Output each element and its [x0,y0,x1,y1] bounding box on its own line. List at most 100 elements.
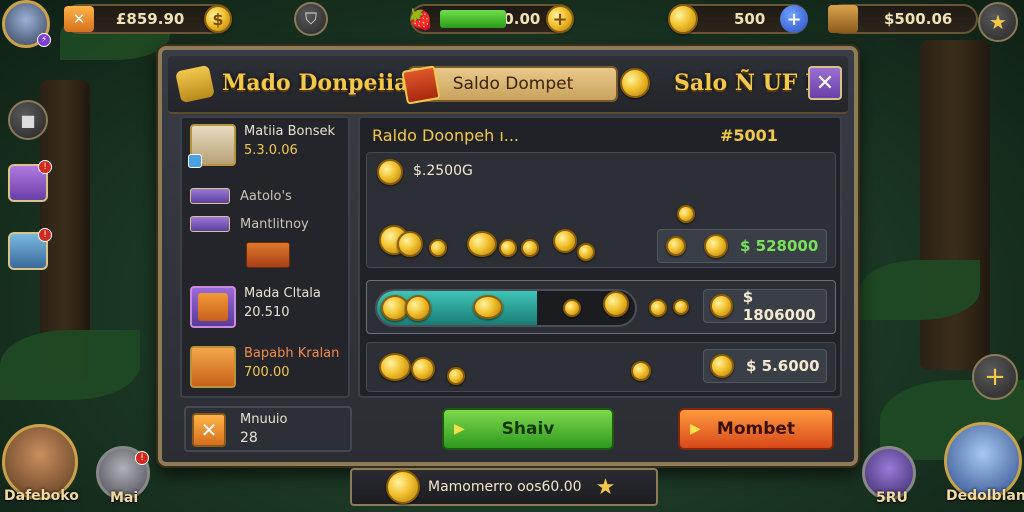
button-label: Shaiv [501,419,555,439]
cube-icon[interactable]: ■ [8,100,48,140]
hero-name: 5RU [876,490,908,506]
coin-icon [447,367,465,385]
sidebar-item-value: 5.3.0.06 [244,143,298,158]
book-icon [401,65,441,105]
gem-badge-icon [188,154,202,168]
coin-icon [704,234,728,258]
shield-icon[interactable]: ⛉ [294,2,328,36]
coin-icon [377,159,403,185]
sidebar-item-label: Matiia Bonsek [244,124,336,139]
value-box: $ 528000 [657,229,827,263]
sidebar-item[interactable]: Aatolo's [190,188,292,204]
coin-pile-icon [379,353,411,381]
add-coins-button[interactable]: + [780,5,808,33]
gold-amount: £859.90 [116,10,185,28]
coin-stack-icon [620,68,650,98]
add-energy-button[interactable]: + [546,5,574,33]
coins-amount: 500 [734,10,766,28]
close-icon: ✕ [815,70,835,96]
scroll-icon [198,293,228,321]
play-arrow-icon: ▶ [690,421,701,437]
coin-icon [499,239,517,257]
panel-right-title: Salo Ñ UF R [674,70,824,96]
energy-counter: 🍓 10.00 + [408,4,574,34]
coin-icon [668,4,698,34]
footer-banner[interactable]: Mamomerro oos60.00 ★ [350,468,658,506]
close-button[interactable]: ✕ [808,66,842,100]
bottom-info-box: ✕ Mnuuio 28 [184,406,352,452]
sidebar-item-label: Bapabh Kralan [244,346,340,361]
supply-box-icon[interactable]: ! [8,228,52,270]
coin-icon [710,354,734,378]
row-value: $ 1806000 [742,288,816,324]
gold-counter: ✕ £859.90 $ [64,4,232,34]
leaf [860,260,980,320]
wallet-row: $ 5.6000 [366,342,836,392]
crossed-swords-icon: ✕ [192,413,226,447]
sidebar-item-label: Mada Cltala [244,286,321,301]
tab-label: Saldo Dompet [452,74,574,94]
hero-name: Dedolblan [946,488,1024,504]
leaf [0,330,140,400]
star-icon: ★ [595,474,616,500]
panel-title: Mado Donpeiia [222,70,409,96]
purple-chest-icon[interactable]: ! [8,160,52,202]
strawberry-icon: 🍓 [408,7,433,31]
level-badge: ⚡ [37,33,51,47]
row-value: $ 5.6000 [746,357,820,375]
gift-box-icon [190,346,236,388]
coin-icon [666,236,686,256]
coin-icon [553,229,577,253]
coin-icon [563,299,581,317]
gems-counter: $500.06 [828,4,978,34]
content-header-title: Raldo Doonpeh ı... [372,126,520,145]
purple-chest-icon [190,188,230,204]
coin-icon [577,243,595,261]
mombet-button[interactable]: ▶ Mombet [678,408,834,450]
coin-icon [677,205,695,223]
gold-bag-icon [175,64,215,104]
add-plus-icon[interactable]: + [972,354,1018,400]
notification-badge: ! [38,160,52,174]
hero-name: Mai [110,490,139,506]
coin-icon [411,357,435,381]
crossed-swords-icon: ✕ [64,6,94,32]
shaiv-button[interactable]: ▶ Shaiv [442,408,614,450]
coins-counter: 500 + [668,4,808,34]
crate-icon [188,124,236,168]
row-value: $ 528000 [740,237,819,255]
wallet-row: $.2500G $ 528000 [366,152,836,268]
coin-icon [386,470,420,504]
coin-pile-icon [467,231,497,257]
value-box: $ 1806000 [703,288,827,324]
coin-icon [673,299,689,315]
coin-pile-icon [397,231,423,257]
coin-icon [603,291,629,317]
purple-chest-icon [190,216,230,232]
sidebar-item[interactable]: Matiia Bonsek 5.3.0.06 [188,124,336,168]
orange-bricks-icon [246,242,290,268]
footer-text: Mamomerro oos60.00 [428,479,582,495]
coin-icon [710,294,733,318]
row-value: $.2500G [413,163,473,179]
coin-icon [521,239,539,257]
sidebar-item[interactable]: Mantlitnoy [190,216,309,232]
wallet-panel: Mado Donpeiia Saldo Dompet Salo Ñ UF R ✕… [158,46,858,466]
sidebar-item-label: Mantlitnoy [240,216,309,232]
player-avatar[interactable]: ⚡ [2,0,51,48]
star-icon[interactable]: ★ [978,2,1018,42]
coin-icon [649,299,667,317]
gems-amount: $500.06 [884,10,953,28]
value-box: $ 5.6000 [703,349,827,383]
sidebar-item[interactable]: Mada Cltala 20.510 [190,286,321,328]
map-scroll-icon [190,286,236,328]
hero-name: Dafeboko [4,488,79,504]
coin-icon[interactable]: $ [204,5,232,33]
chest-icon [828,5,858,33]
coin-icon [631,361,651,381]
notification-badge: ! [38,228,52,242]
sidebar-item[interactable]: Bapabh Kralan 700.00 [190,346,339,388]
tree-trunk [920,40,990,370]
energy-bar-fill [440,10,506,28]
wallet-row: $ 1806000 [366,280,836,334]
